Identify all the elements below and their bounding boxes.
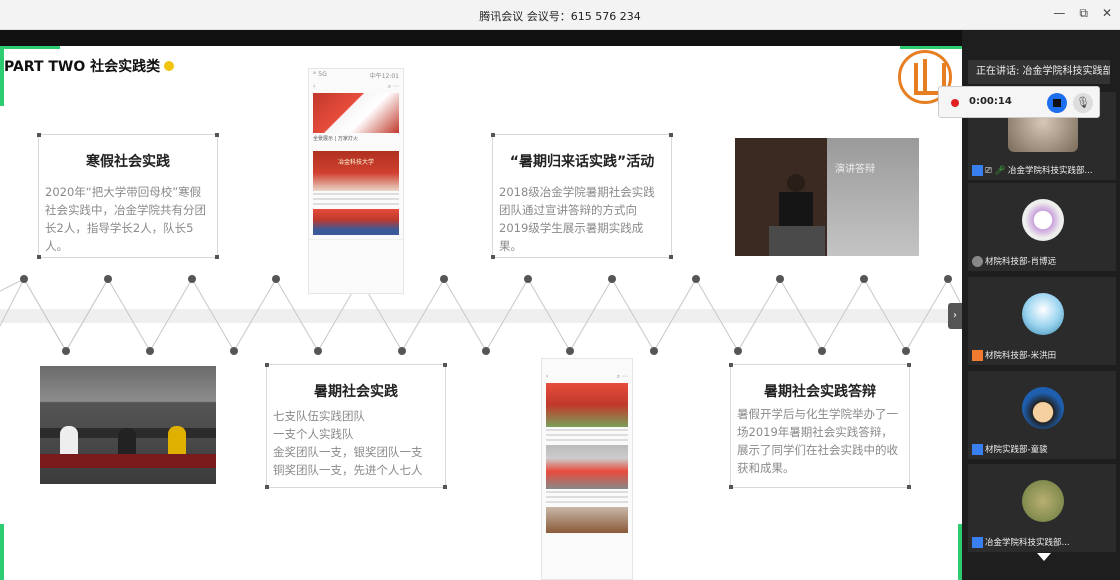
phone-image-1 (313, 93, 399, 133)
share-top-band (0, 30, 962, 46)
phone-image-1 (546, 383, 628, 427)
mic-off-icon (972, 256, 983, 267)
participant-name: 冶金学院科技实践部... (968, 534, 1116, 552)
phone-text-2 (546, 491, 628, 505)
stop-recording-button[interactable] (1047, 93, 1067, 113)
photo-speaker: 演讲答辩 (735, 138, 919, 256)
window-title: 腾讯会议 会议号：615 576 234 (479, 10, 641, 23)
user-icon (972, 350, 983, 361)
window-titlebar: 腾讯会议 会议号：615 576 234 — ⧉ ✕ (0, 0, 1120, 30)
phone-nav-bar: ‹ ⌕ ⋯ (546, 373, 628, 380)
corner-accent-tl-h (0, 46, 60, 49)
card-title: 暑期社会实践 (314, 384, 398, 400)
phone-bottom-bar (309, 239, 403, 251)
card-body: 暑假开学后与化生学院举办了一场2019年暑期社会实践答辩，展示了同学们在社会实践… (737, 407, 898, 475)
phone-caption-1: 全景展示 | 万家灯火 (313, 136, 358, 142)
card-summer-return: “暑期归来话实践”活动 2018级冶金学院暑期社会实践团队通过宣讲答辩的方式向2… (491, 133, 673, 259)
recording-bar: 0:00:14 🎙︎ (938, 86, 1100, 118)
card-summer-defense: 暑期社会实践答辩 暑假开学后与化生学院举办了一场2019年暑期社会实践答辩，展示… (729, 363, 911, 489)
corner-accent-tr (900, 46, 962, 49)
avatar (1022, 480, 1064, 522)
card-title: 暑期社会实践答辩 (764, 384, 876, 400)
card-winter-practice: 寒假社会实践 2020年“把大学带回母校”寒假社会实践中，冶金学院共有分团长2人… (37, 133, 219, 259)
card-summer-practice: 暑期社会实践 七支队伍实践团队 一支个人实践队 金奖团队一支，银奖团队一支 铜奖… (265, 363, 447, 489)
projection-screen: 演讲答辩 (827, 138, 919, 256)
user-icon (972, 444, 983, 455)
avatar (1022, 387, 1064, 429)
participant-name: 材院科技部-肖博远 (968, 253, 1116, 271)
slide-heading: PART TWO 社会实践类 (4, 56, 175, 76)
avatar (1022, 199, 1064, 241)
card-title: “暑期归来话实践”活动 (509, 154, 655, 170)
corner-accent-tl (0, 46, 4, 106)
slide-next-arrow-icon[interactable]: › (948, 303, 962, 329)
phone-text-1 (546, 429, 628, 443)
card-body: 2018级冶金学院暑期社会实践团队通过宣讲答辩的方式向2019级学生展示暑期实践… (499, 185, 655, 253)
user-icon (972, 537, 983, 548)
audience-person (118, 428, 136, 454)
lectern (769, 226, 825, 256)
participant-tile[interactable]: 冶金学院科技实践部... (968, 464, 1116, 552)
phone-image-3 (313, 209, 399, 235)
corner-accent-bl (0, 524, 4, 580)
phone-nav-bar: ‹ ⌕ ⋯ (313, 83, 399, 90)
recording-dot-icon (951, 99, 959, 107)
close-icon[interactable]: ✕ (1102, 6, 1112, 21)
speaker-body (779, 192, 813, 228)
audience-person (168, 426, 186, 454)
card-body: 七支队伍实践团队 一支个人实践队 金奖团队一支，银奖团队一支 铜奖团队一支，先进… (273, 409, 423, 477)
scroll-down-icon[interactable] (1037, 553, 1051, 561)
slide-heading-text: PART TWO 社会实践类 (4, 59, 161, 75)
participant-tile[interactable]: 材院科技部-肖博远 (968, 183, 1116, 271)
phone-image-2 (546, 445, 628, 489)
phone-screenshot-top: ᴵᴵᴵ 5G 中午12:01 ‹ ⌕ ⋯ 全景展示 | 万家灯火 冶金科技大学 (308, 68, 404, 294)
phone-status-bar (542, 359, 632, 371)
avatar (1022, 293, 1064, 335)
front-desk (40, 454, 216, 468)
phone-text-2 (313, 193, 399, 207)
card-title: 寒假社会实践 (86, 154, 170, 170)
participant-name: 材院科技部-米洪田 (968, 347, 1116, 365)
restore-icon[interactable]: ⧉ (1079, 6, 1088, 21)
heading-dot-icon (164, 61, 175, 71)
mic-mute-icon[interactable]: 🎙︎ (1073, 93, 1093, 113)
participant-tile[interactable]: 材院实践部-童骏 (968, 371, 1116, 459)
shared-slide: PART TWO 社会实践类 › 寒假社会实践 2020年“把大学带回母校”寒假… (0, 46, 962, 580)
phone-image-3 (546, 507, 628, 533)
participant-name: 材院实践部-童骏 (968, 441, 1116, 459)
projection-text: 演讲答辩 (835, 164, 875, 175)
phone-image-2: 冶金科技大学 (313, 151, 399, 191)
user-icon (972, 165, 983, 176)
timeline-zigzag (0, 275, 962, 355)
phone-status-bar: ᴵᴵᴵ 5G 中午12:01 (313, 71, 399, 80)
phone-screenshot-bottom: ‹ ⌕ ⋯ (541, 358, 633, 580)
speaker-head (787, 174, 805, 192)
speaking-indicator: 正在讲话: 冶金学院科技实践部... (968, 60, 1110, 84)
minimize-icon[interactable]: — (1053, 6, 1065, 21)
audience-person (60, 426, 78, 454)
participant-name: ⎚ 🎤︎ 冶金学院科技实践部... (968, 162, 1116, 180)
participant-tile[interactable]: 材院科技部-米洪田 (968, 277, 1116, 365)
recording-time: 0:00:14 (969, 96, 1012, 107)
card-body: 2020年“把大学带回母校”寒假社会实践中，冶金学院共有分团长2人，指导学长2人… (45, 185, 206, 253)
photo-audience (40, 366, 216, 484)
